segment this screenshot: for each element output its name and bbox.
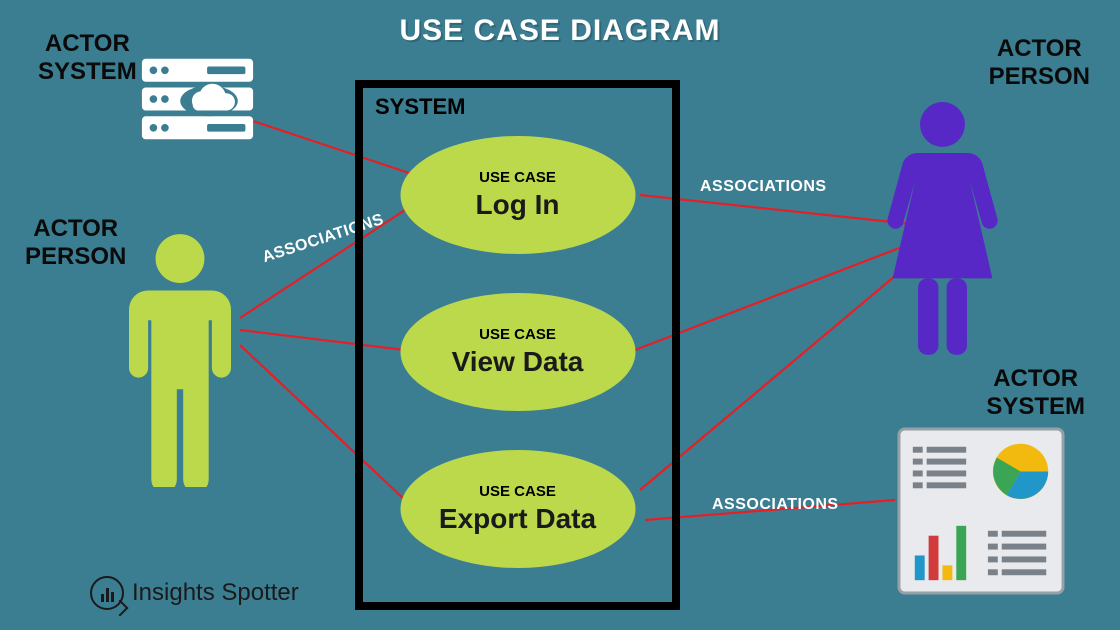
system-label: SYSTEM <box>375 94 465 120</box>
usecase-log-in: USE CASE Log In <box>400 136 635 254</box>
label-actor-person-right: ACTORPERSON <box>989 35 1090 90</box>
magnifier-bars-icon <box>90 576 124 610</box>
label-actor-system-bottom-right: ACTORSYSTEM <box>986 365 1085 420</box>
usecase-label: USE CASE <box>479 483 556 500</box>
person-female-icon <box>880 100 1005 370</box>
usecase-view-data: USE CASE View Data <box>400 293 635 411</box>
label-actor-system-top-left: ACTORSYSTEM <box>38 30 137 85</box>
page-title: USE CASE DIAGRAM <box>399 14 720 48</box>
assoc-label-top-right: ASSOCIATIONS <box>700 178 827 196</box>
brand-logo: Insights Spotter <box>90 576 299 610</box>
brand-text: Insights Spotter <box>132 579 299 607</box>
usecase-label: USE CASE <box>479 326 556 343</box>
label-actor-person-left: ACTORPERSON <box>25 215 126 270</box>
server-cloud-icon <box>140 55 255 145</box>
usecase-name: Log In <box>476 189 560 221</box>
usecase-label: USE CASE <box>479 169 556 186</box>
assoc-label-bottom-right: ASSOCIATIONS <box>712 496 839 514</box>
person-male-icon <box>125 232 235 492</box>
usecase-export-data: USE CASE Export Data <box>400 450 635 568</box>
usecase-name: View Data <box>452 346 584 378</box>
report-system-icon <box>897 427 1065 600</box>
system-boundary: SYSTEM USE CASE Log In USE CASE View Dat… <box>355 80 680 610</box>
usecase-name: Export Data <box>439 503 596 535</box>
